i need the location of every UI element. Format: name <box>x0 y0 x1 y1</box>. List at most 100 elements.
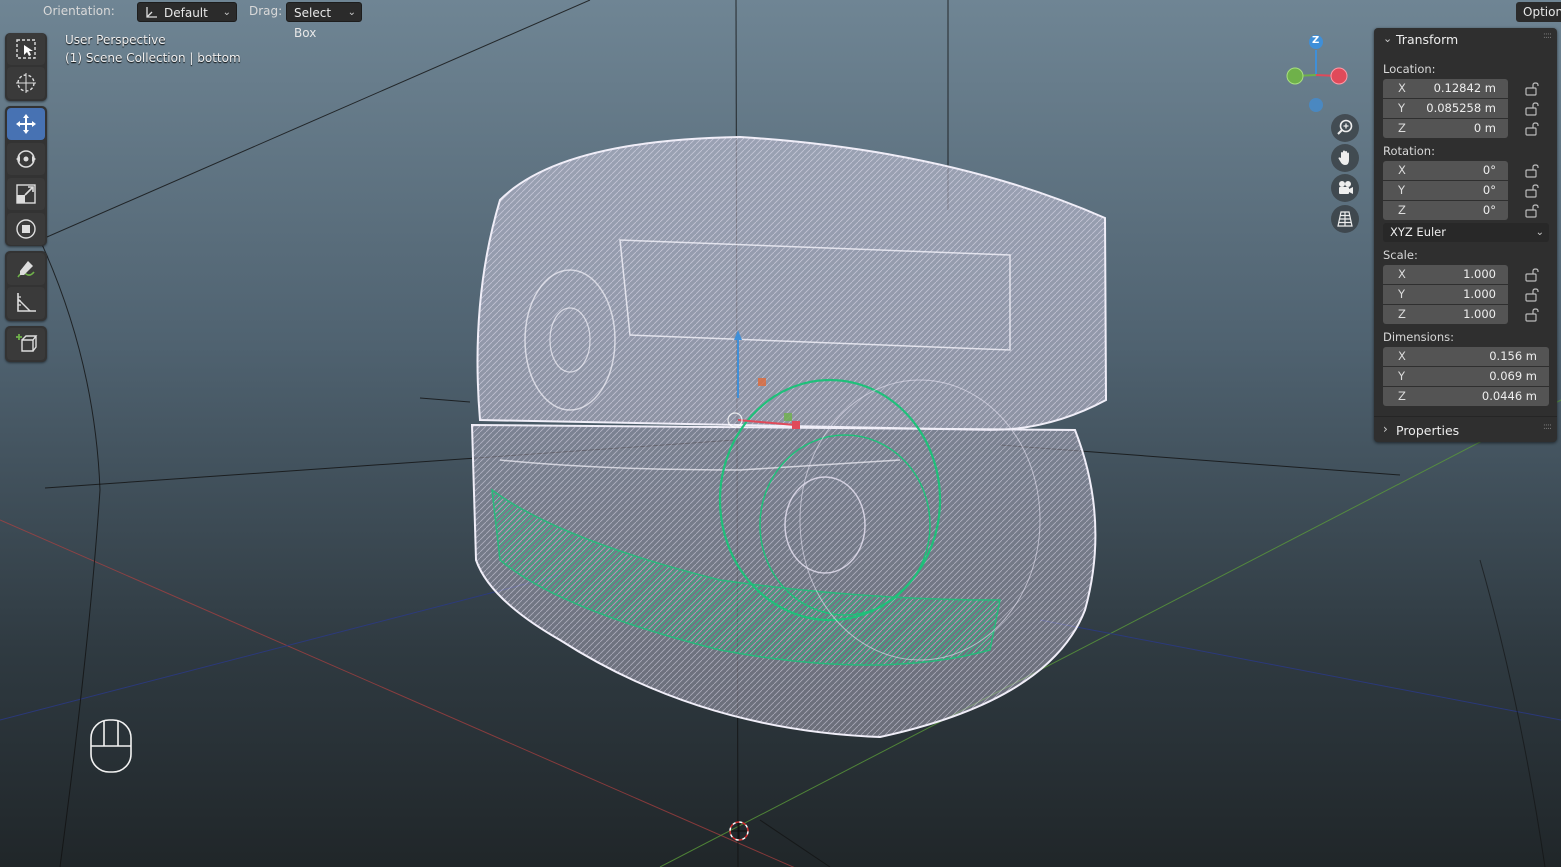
pan-button[interactable] <box>1331 144 1359 172</box>
hand-icon <box>1338 150 1349 165</box>
orientation-value: Default <box>164 6 208 20</box>
rotation-mode-dropdown[interactable]: XYZ Euler ⌄ <box>1383 223 1549 242</box>
field-value: 1.000 <box>1463 307 1496 321</box>
field-value: 0.0446 m <box>1481 389 1537 403</box>
navigation-gizmo[interactable] <box>1286 35 1348 112</box>
rotation-label: Rotation: <box>1383 144 1435 158</box>
field-value: 1.000 <box>1463 287 1496 301</box>
toolbar-group-annotate <box>5 251 47 321</box>
chevron-down-icon: ⌄ <box>1535 227 1544 238</box>
drag-label: Drag: <box>249 4 283 18</box>
lock-icon[interactable] <box>1524 184 1540 198</box>
scale-label: Scale: <box>1383 248 1418 262</box>
lock-icon[interactable] <box>1524 268 1540 282</box>
rotate-tool[interactable] <box>7 143 45 175</box>
rotate-icon <box>16 150 36 168</box>
dimensions-label: Dimensions: <box>1383 330 1454 344</box>
gizmo-neg-z-axis[interactable] <box>1309 98 1323 112</box>
properties-title: Properties <box>1396 423 1460 438</box>
transform-tool[interactable] <box>7 213 45 245</box>
add-cube-tool[interactable] <box>7 328 45 360</box>
lock-icon[interactable] <box>1524 122 1540 136</box>
orientation-label: Orientation: <box>43 4 115 18</box>
axis-label: X <box>1398 349 1406 363</box>
cursor-tool[interactable] <box>7 67 45 99</box>
chevron-down-icon: ⌄ <box>347 7 356 18</box>
field-value: 0 m <box>1473 121 1496 135</box>
orientation-dropdown[interactable]: Default ⌄ <box>137 2 237 22</box>
scale-tool[interactable] <box>7 178 45 210</box>
lock-icon[interactable] <box>1524 308 1540 322</box>
drag-grip-icon[interactable]: :::: <box>1543 422 1552 432</box>
location-y-field[interactable]: Y 0.085258 m <box>1383 99 1508 118</box>
gizmo-y-axis[interactable] <box>1286 67 1304 85</box>
lock-icon[interactable] <box>1524 164 1540 178</box>
orientation-axes-icon <box>146 7 157 18</box>
axis-label: Y <box>1398 369 1406 383</box>
toolbar-group-select <box>5 33 47 101</box>
3d-viewport[interactable]: Z <box>0 0 1561 867</box>
drag-grip-icon[interactable]: :::: <box>1543 31 1552 41</box>
gizmo-z-label: Z <box>1312 35 1320 46</box>
rotation-mode-value: XYZ Euler <box>1390 225 1446 239</box>
field-value: 1.000 <box>1463 267 1496 281</box>
annotate-tool[interactable] <box>7 253 45 285</box>
properties-panel-header[interactable]: › Properties :::: <box>1374 420 1557 442</box>
rotation-z-field[interactable]: Z 0° <box>1383 201 1508 220</box>
sidebar-panel: ⌄ Transform :::: Location: Rotation: XYZ… <box>1374 28 1557 442</box>
location-label: Location: <box>1383 62 1436 76</box>
select-box-tool[interactable] <box>7 33 45 65</box>
axis-label: Z <box>1398 203 1406 217</box>
lock-icon[interactable] <box>1524 204 1540 218</box>
transform-panel-header[interactable]: ⌄ Transform :::: <box>1374 29 1557 51</box>
wireframe-model[interactable] <box>470 135 1108 739</box>
field-value: 0.156 m <box>1489 349 1537 363</box>
chevron-down-icon: ⌄ <box>1383 32 1393 45</box>
scale-y-field[interactable]: Y 1.000 <box>1383 285 1508 304</box>
scale-x-field[interactable]: X 1.000 <box>1383 265 1508 284</box>
axis-label: Y <box>1398 287 1406 301</box>
panel-divider <box>1374 416 1557 417</box>
move-tool[interactable] <box>7 108 45 140</box>
rotation-x-field[interactable]: X 0° <box>1383 161 1508 180</box>
field-value: 0.085258 m <box>1426 101 1496 115</box>
axis-label: Z <box>1398 307 1406 321</box>
field-value: 0.069 m <box>1489 369 1537 383</box>
zoom-button[interactable] <box>1331 114 1359 142</box>
3d-cursor[interactable] <box>729 821 749 841</box>
add-cube-icon <box>16 334 38 352</box>
chevron-right-icon: › <box>1383 422 1388 436</box>
field-value: 0° <box>1482 183 1496 197</box>
dimensions-x-field[interactable]: X 0.156 m <box>1383 347 1549 366</box>
camera-icon <box>1339 181 1353 194</box>
dimensions-z-field[interactable]: Z 0.0446 m <box>1383 387 1549 406</box>
options-button[interactable]: Options <box>1516 2 1561 22</box>
camera-view-button[interactable] <box>1331 174 1359 202</box>
toolbar-group-add <box>5 326 47 362</box>
lock-icon[interactable] <box>1524 82 1540 96</box>
rotation-y-field[interactable]: Y 0° <box>1383 181 1508 200</box>
mouse-icon <box>90 719 132 773</box>
grid-perspective-icon <box>1337 211 1353 227</box>
measure-icon <box>17 293 36 312</box>
field-value: 0° <box>1482 163 1496 177</box>
lock-icon[interactable] <box>1524 102 1540 116</box>
location-z-field[interactable]: Z 0 m <box>1383 119 1508 138</box>
axis-label: X <box>1398 163 1406 177</box>
field-value: 0° <box>1482 203 1496 217</box>
dimensions-y-field[interactable]: Y 0.069 m <box>1383 367 1549 386</box>
scale-z-field[interactable]: Z 1.000 <box>1383 305 1508 324</box>
perspective-toggle-button[interactable] <box>1331 205 1359 233</box>
axis-label: Y <box>1398 101 1406 115</box>
lock-icon[interactable] <box>1524 288 1540 302</box>
axis-label: Z <box>1398 389 1406 403</box>
scene-canvas[interactable] <box>0 0 1561 867</box>
options-label: Options <box>1523 5 1561 19</box>
measure-tool[interactable] <box>7 287 45 319</box>
toolbar-group-transform <box>5 106 47 246</box>
gizmo-x-axis[interactable] <box>1330 67 1348 85</box>
scale-icon <box>16 184 36 204</box>
drag-dropdown[interactable]: Select Box ⌄ <box>286 2 362 40</box>
chevron-down-icon: ⌄ <box>222 7 231 18</box>
location-x-field[interactable]: X 0.12842 m <box>1383 79 1508 98</box>
